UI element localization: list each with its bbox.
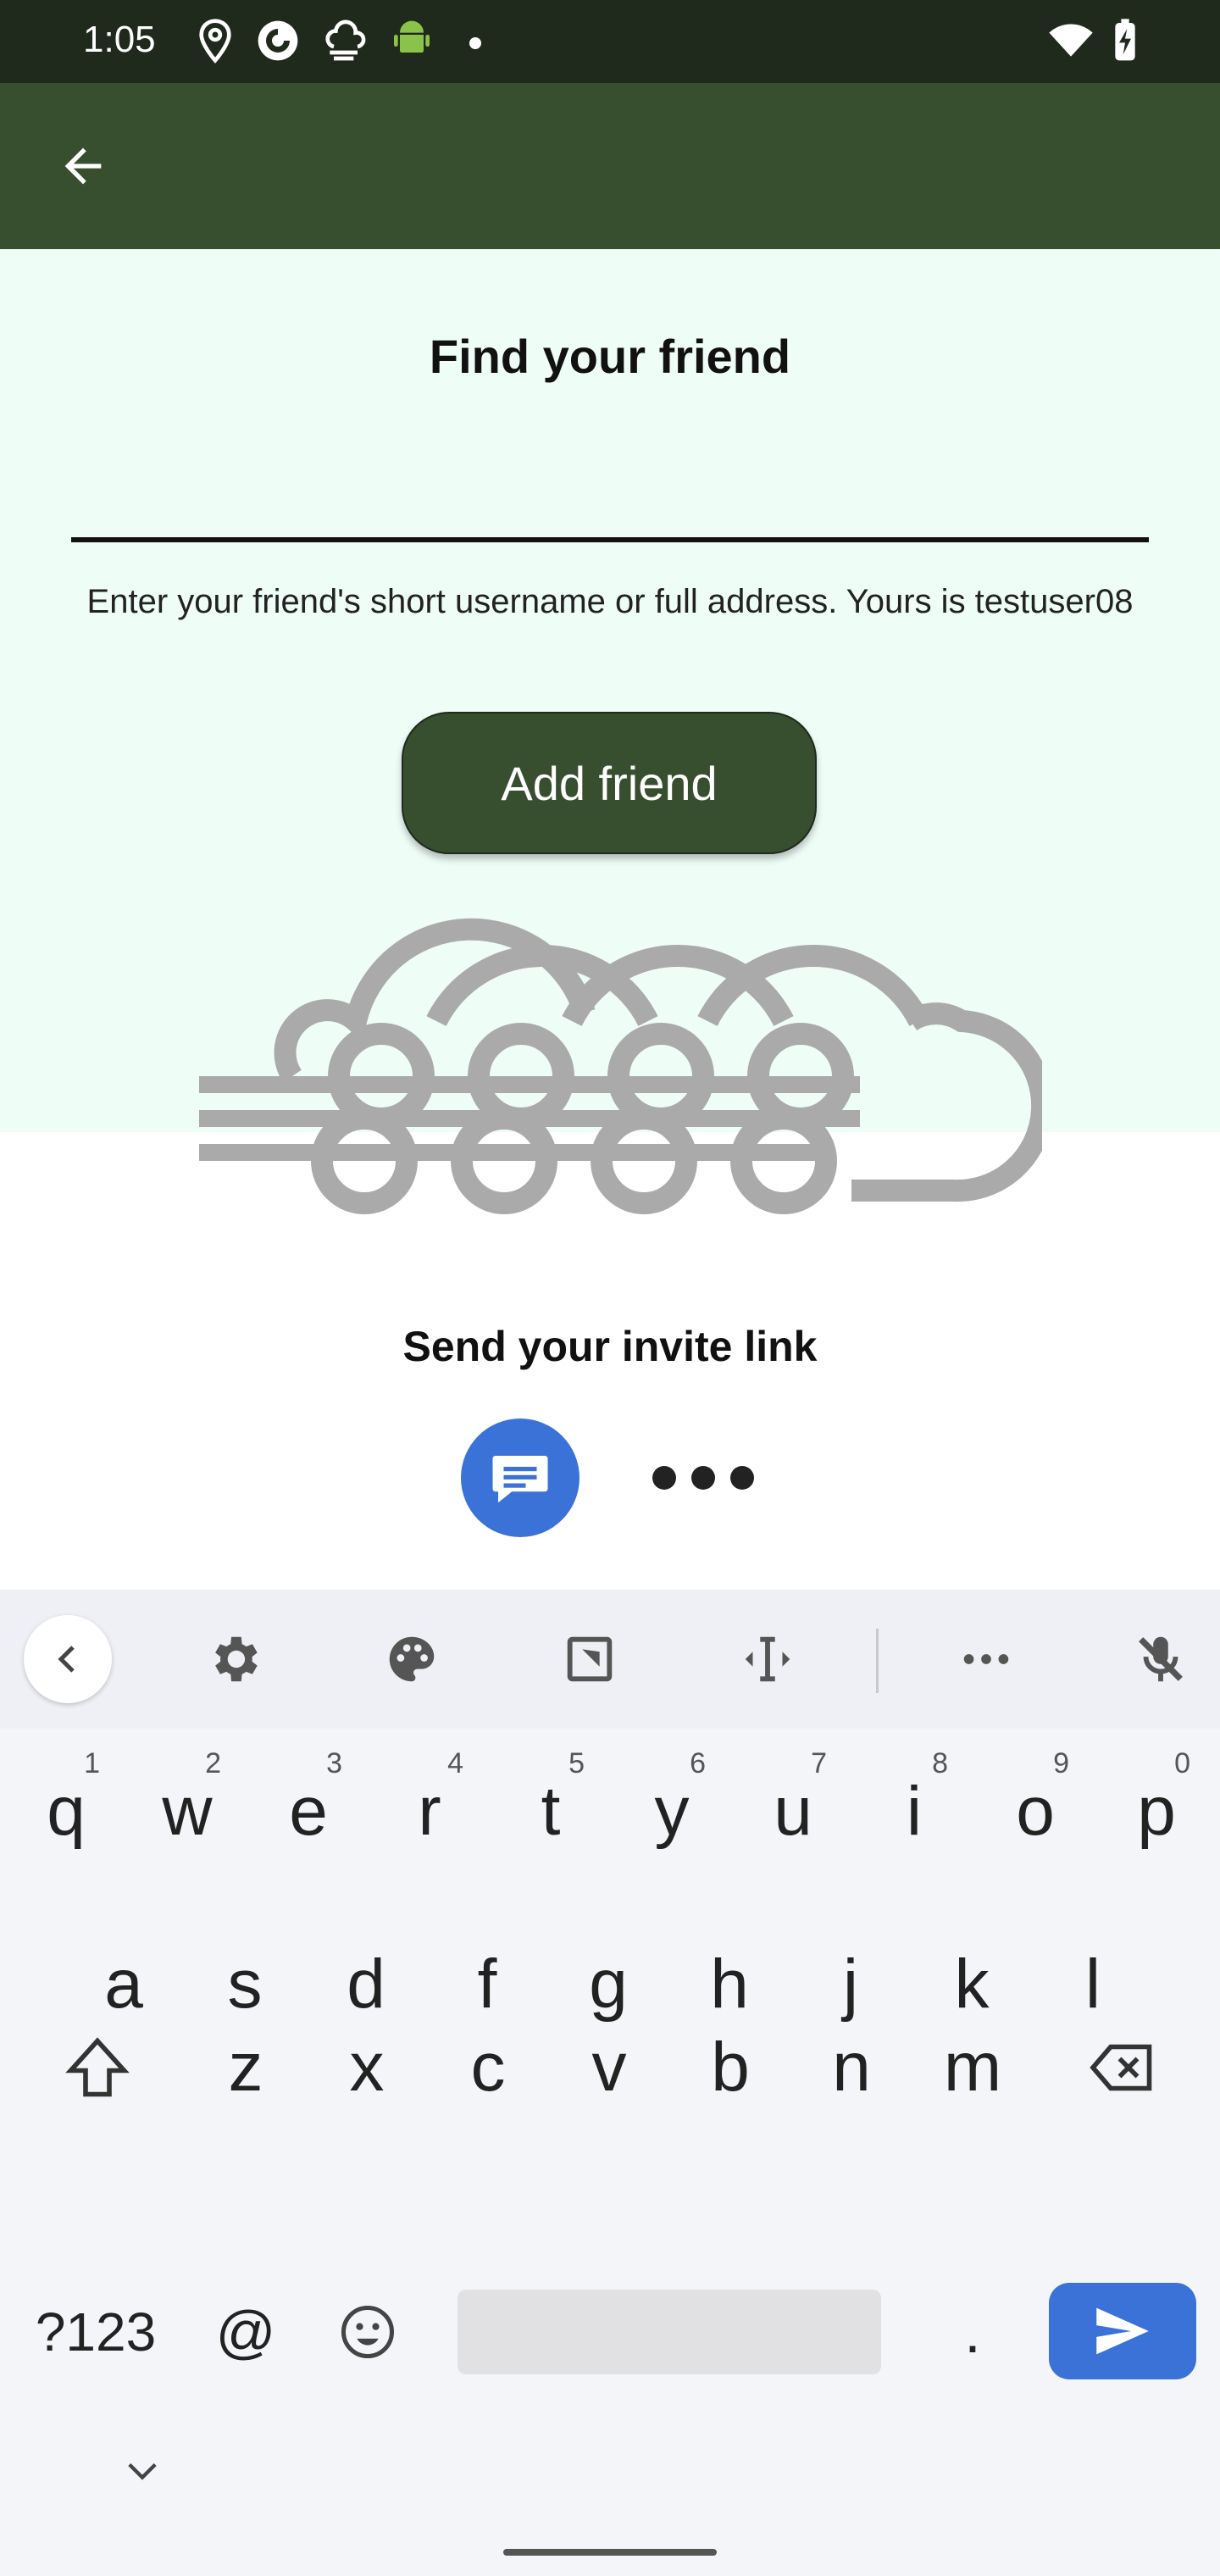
key-hint: 9	[1053, 1747, 1069, 1779]
keyboard-toolbar	[0, 1590, 1220, 1729]
theme-palette-icon	[389, 1636, 435, 1682]
key-hint: 0	[1174, 1747, 1190, 1779]
keyboard-settings-button[interactable]	[200, 1625, 268, 1693]
key-hint: 5	[568, 1747, 585, 1779]
key-label: i	[906, 1773, 923, 1850]
back-button[interactable]	[42, 132, 124, 200]
more-options-icon	[963, 1654, 1009, 1664]
helper-text: Enter your friend's short username or fu…	[86, 583, 1134, 620]
key-label: p	[1137, 1773, 1176, 1850]
key-b[interactable]: b	[671, 1991, 790, 2144]
key-label: q	[47, 1773, 86, 1850]
invite-title: Send your invite link	[402, 1323, 818, 1370]
key-label: e	[289, 1773, 328, 1850]
cloud-wind-logo	[199, 918, 1042, 1214]
key-hint: 8	[932, 1747, 948, 1779]
key-hint: 2	[205, 1747, 221, 1779]
symbols-key[interactable]: ?123	[24, 2256, 168, 2408]
key-m[interactable]: m	[913, 1991, 1032, 2144]
android-icon	[394, 20, 430, 53]
at-key[interactable]: @	[186, 2256, 305, 2408]
key-c[interactable]: c	[429, 1991, 547, 2144]
arrow-back-icon	[64, 147, 102, 185]
key-label: w	[162, 1773, 213, 1850]
backspace-icon	[1090, 2044, 1152, 2091]
keyboard-collapse-button[interactable]	[24, 1615, 112, 1703]
more-icon	[652, 1466, 676, 1490]
gesture-nav-handle[interactable]	[503, 2549, 717, 2556]
toolbar-divider	[876, 1629, 879, 1693]
camera-app-icon	[258, 20, 298, 61]
key-hint: 1	[84, 1747, 100, 1779]
keyboard-voice-button[interactable]	[1127, 1625, 1195, 1693]
key-w[interactable]: w2	[128, 1735, 247, 1888]
key-i[interactable]: i8	[855, 1735, 973, 1888]
send-icon	[1096, 2307, 1149, 2355]
page-title: Find your friend	[429, 330, 791, 383]
location-icon	[199, 19, 231, 64]
app-bar	[0, 83, 1220, 249]
backspace-key[interactable]	[1059, 1991, 1186, 2144]
key-z[interactable]: z	[186, 1991, 305, 2144]
soft-keyboard: q1w2e3r4t5y6u7i8o9p0 asdfghjkl zxcvbnm ?…	[0, 1590, 1220, 2576]
settings-icon	[215, 1636, 258, 1682]
emoji-icon	[341, 2305, 395, 2359]
keyboard-one-handed-button[interactable]	[556, 1625, 624, 1693]
key-t[interactable]: t5	[491, 1735, 610, 1888]
key-r[interactable]: r4	[370, 1735, 489, 1888]
key-e[interactable]: e3	[249, 1735, 368, 1888]
more-share-options-button[interactable]	[644, 1444, 762, 1512]
key-hint: 4	[447, 1747, 463, 1779]
more-icon-dot	[730, 1466, 754, 1490]
key-o[interactable]: o9	[976, 1735, 1095, 1888]
period-key[interactable]: .	[913, 2256, 1032, 2408]
key-q[interactable]: q1	[7, 1735, 125, 1888]
wifi-icon	[1049, 24, 1093, 57]
keyboard-hide-button[interactable]	[83, 2423, 202, 2517]
status-time: 1:05	[83, 19, 156, 60]
friend-username-input[interactable]	[71, 449, 1149, 542]
key-label: u	[774, 1773, 812, 1850]
dot-icon	[469, 37, 481, 49]
key-hint: 7	[811, 1747, 827, 1779]
status-bar: 1:05	[0, 0, 1220, 83]
key-y[interactable]: y6	[613, 1735, 731, 1888]
key-label: o	[1016, 1773, 1055, 1850]
key-v[interactable]: v	[550, 1991, 668, 2144]
key-x[interactable]: x	[308, 1991, 426, 2144]
battery-charging-icon	[1115, 19, 1135, 61]
shift-icon	[65, 2037, 130, 2097]
key-label: y	[654, 1773, 690, 1850]
messages-share-button[interactable]	[461, 1418, 580, 1537]
shift-key[interactable]	[34, 1991, 161, 2144]
mic-off-icon	[1139, 1636, 1183, 1682]
chevron-left-icon	[58, 1646, 75, 1673]
key-p[interactable]: p0	[1097, 1735, 1216, 1888]
messages-icon	[492, 1456, 548, 1503]
cursor-move-icon	[745, 1636, 790, 1682]
one-handed-icon	[567, 1636, 613, 1682]
weather-cloud-icon	[325, 19, 366, 61]
emoji-key[interactable]	[308, 2256, 427, 2408]
chevron-down-icon	[128, 2462, 157, 2480]
send-key[interactable]	[1049, 2283, 1196, 2379]
keyboard-cursor-button[interactable]	[734, 1625, 801, 1693]
key-label: r	[418, 1773, 441, 1850]
add-friend-button[interactable]: Add friend	[402, 712, 817, 854]
key-hint: 3	[326, 1747, 342, 1779]
more-icon-dot	[691, 1466, 715, 1490]
space-key[interactable]	[458, 2290, 881, 2374]
keyboard-more-button[interactable]	[952, 1625, 1020, 1693]
key-hint: 6	[690, 1747, 706, 1779]
keyboard-theme-button[interactable]	[378, 1625, 446, 1693]
key-label: t	[541, 1773, 561, 1850]
key-n[interactable]: n	[792, 1991, 911, 2144]
key-u[interactable]: u7	[734, 1735, 852, 1888]
